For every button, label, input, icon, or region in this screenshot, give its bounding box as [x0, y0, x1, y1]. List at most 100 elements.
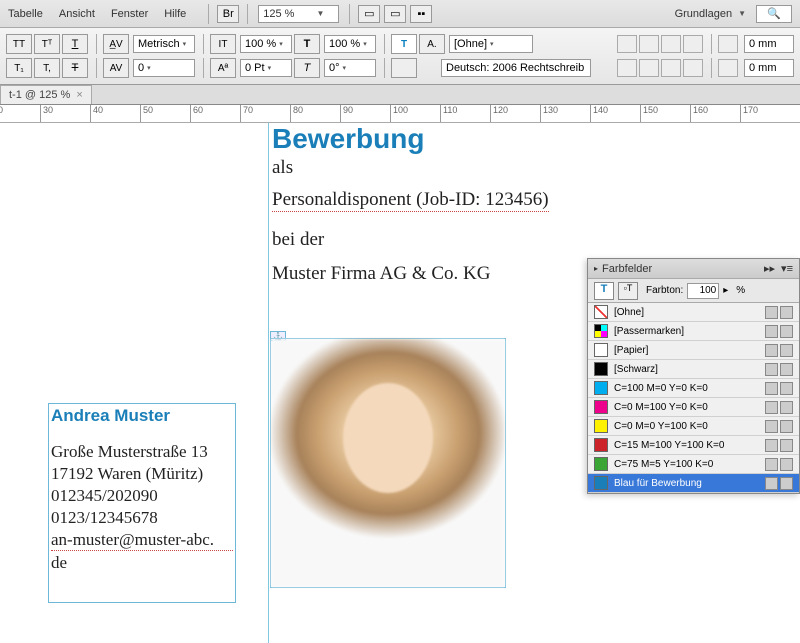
- swatches-header[interactable]: ▸Farbfelder▸▸▾≡: [588, 259, 799, 279]
- indent-icon[interactable]: [718, 35, 738, 53]
- swatch-mode-icon: [780, 458, 793, 471]
- smallcaps-icon[interactable]: Tᵀ: [34, 34, 60, 54]
- addr-tel2[interactable]: 0123/12345678: [51, 508, 233, 528]
- swatch-mode-icon: [780, 477, 793, 490]
- addr-street[interactable]: Große Musterstraße 13: [51, 442, 233, 462]
- swatch-row[interactable]: C=0 M=100 Y=0 K=0: [588, 398, 799, 417]
- close-icon[interactable]: ×: [76, 89, 82, 101]
- addr-mail1[interactable]: an-muster@muster-abc.: [51, 530, 233, 551]
- justify-all-icon[interactable]: [617, 59, 637, 77]
- tint-input[interactable]: [687, 283, 719, 299]
- addr-name[interactable]: Andrea Muster: [51, 406, 233, 426]
- swatch-row[interactable]: C=100 M=0 Y=0 K=0: [588, 379, 799, 398]
- language-field[interactable]: Deutsch: 2006 Rechtschreib: [441, 59, 591, 77]
- addr-tel1[interactable]: 012345/202090: [51, 486, 233, 506]
- swatch-type-icon: [765, 401, 778, 414]
- stroke-none-icon[interactable]: [391, 58, 417, 78]
- addr-city[interactable]: 17192 Waren (Müritz): [51, 464, 233, 484]
- document-tabs: t-1 @ 125 %×: [0, 85, 800, 105]
- fill-a-icon[interactable]: A.: [419, 34, 445, 54]
- skew-icon[interactable]: T: [294, 58, 320, 78]
- tab-doc1[interactable]: t-1 @ 125 %×: [0, 85, 92, 104]
- justify-center-icon[interactable]: [661, 59, 681, 77]
- align-left-icon[interactable]: [617, 35, 637, 53]
- swatch-name: C=15 M=100 Y=100 K=0: [614, 440, 763, 451]
- ruler[interactable]: 2030405060708090100110120130140150160170: [0, 105, 800, 123]
- doc-firm[interactable]: Muster Firma AG & Co. KG: [272, 263, 491, 285]
- fill-swatch-icon[interactable]: T: [594, 282, 614, 300]
- document-canvas[interactable]: Bewerbung als Personaldisponent (Job-ID:…: [0, 123, 800, 643]
- fill-field[interactable]: [Ohne]▾: [449, 35, 533, 53]
- kerning-icon[interactable]: A̲V: [103, 34, 129, 54]
- swatch-mode-icon: [780, 382, 793, 395]
- align-right-icon[interactable]: [661, 35, 681, 53]
- view-mode-2-icon[interactable]: ▭: [384, 5, 406, 23]
- swatch-row[interactable]: C=0 M=0 Y=100 K=0: [588, 417, 799, 436]
- swatch-row[interactable]: [Papier]: [588, 341, 799, 360]
- outdent-icon[interactable]: [718, 59, 738, 77]
- doc-als[interactable]: als: [272, 157, 293, 179]
- swatch-row[interactable]: Blau für Bewerbung: [588, 474, 799, 493]
- swatch-name: C=100 M=0 Y=0 K=0: [614, 383, 763, 394]
- menu-fenster[interactable]: Fenster: [111, 8, 148, 20]
- swatch-row[interactable]: [Ohne]: [588, 303, 799, 322]
- addr-mail2[interactable]: de: [51, 553, 233, 573]
- metrics-field[interactable]: Metrisch▾: [133, 35, 195, 53]
- view-mode-1-icon[interactable]: ▭: [358, 5, 380, 23]
- photo-frame[interactable]: [270, 338, 506, 588]
- tracking-icon[interactable]: AV: [103, 58, 129, 78]
- outdent-field[interactable]: 0 mm: [744, 59, 794, 77]
- baseline-icon[interactable]: Aª: [210, 58, 236, 78]
- swatch-mode-icon: [780, 439, 793, 452]
- vscale-icon[interactable]: IT: [210, 34, 236, 54]
- justify-icon[interactable]: [683, 35, 703, 53]
- fill-t-icon[interactable]: T: [391, 34, 417, 54]
- swatch-row[interactable]: [Schwarz]: [588, 360, 799, 379]
- panel-collapse-icon[interactable]: ▸▸: [764, 262, 775, 275]
- menu-ansicht[interactable]: Ansicht: [59, 8, 95, 20]
- swatch-type-icon: [765, 306, 778, 319]
- panel-menu-icon[interactable]: ▾≡: [781, 262, 793, 275]
- swatch-color-icon: [594, 400, 608, 414]
- workspace-label[interactable]: Grundlagen: [675, 8, 733, 20]
- underline-icon[interactable]: T: [62, 34, 88, 54]
- swatch-color-icon: [594, 305, 608, 319]
- swatch-name: Blau für Bewerbung: [614, 478, 763, 489]
- bridge-icon[interactable]: Br: [217, 5, 239, 23]
- hscale-field[interactable]: 100 %▾: [324, 35, 376, 53]
- align-center-icon[interactable]: [639, 35, 659, 53]
- swatches-panel[interactable]: ▸Farbfelder▸▸▾≡ T ▫T Farbton: ▸ % [Ohne]…: [587, 258, 800, 494]
- allcaps-icon[interactable]: T,: [34, 58, 60, 78]
- view-mode-3-icon[interactable]: ▪▪: [410, 5, 432, 23]
- swatch-row[interactable]: [Passermarken]: [588, 322, 799, 341]
- menu-hilfe[interactable]: Hilfe: [164, 8, 186, 20]
- doc-role[interactable]: Personaldisponent (Job-ID: 123456): [272, 189, 549, 212]
- justify-right-icon[interactable]: [683, 59, 703, 77]
- doc-bei[interactable]: bei der: [272, 229, 324, 251]
- address-frame[interactable]: Andrea Muster Große Musterstraße 13 1719…: [48, 403, 236, 603]
- zoom-level[interactable]: 125 %▼: [258, 5, 339, 23]
- swatch-name: C=0 M=100 Y=0 K=0: [614, 402, 763, 413]
- subscript-icon[interactable]: T₁: [6, 58, 32, 78]
- search-icon[interactable]: 🔍: [756, 5, 792, 23]
- swatches-toolbar: T ▫T Farbton: ▸ %: [588, 279, 799, 303]
- stroke-swatch-icon[interactable]: ▫T: [618, 282, 638, 300]
- menu-tabelle[interactable]: Tabelle: [8, 8, 43, 20]
- guide-vertical[interactable]: [268, 123, 269, 643]
- strike-icon[interactable]: T: [62, 58, 88, 78]
- swatch-name: [Papier]: [614, 345, 763, 356]
- indent-field[interactable]: 0 mm: [744, 35, 794, 53]
- swatch-mode-icon: [780, 306, 793, 319]
- swatch-type-icon: [765, 477, 778, 490]
- superscript-icon[interactable]: TT: [6, 34, 32, 54]
- tint-arrow-icon[interactable]: ▸: [723, 285, 728, 296]
- justify-left-icon[interactable]: [639, 59, 659, 77]
- swatch-row[interactable]: C=75 M=5 Y=100 K=0: [588, 455, 799, 474]
- tracking-field[interactable]: 0▾: [133, 59, 195, 77]
- doc-title[interactable]: Bewerbung: [272, 123, 424, 155]
- hscale-icon[interactable]: T: [294, 34, 320, 54]
- vscale-field[interactable]: 100 %▾: [240, 35, 292, 53]
- skew-field[interactable]: 0°▾: [324, 59, 376, 77]
- baseline-field[interactable]: 0 Pt▾: [240, 59, 292, 77]
- swatch-row[interactable]: C=15 M=100 Y=100 K=0: [588, 436, 799, 455]
